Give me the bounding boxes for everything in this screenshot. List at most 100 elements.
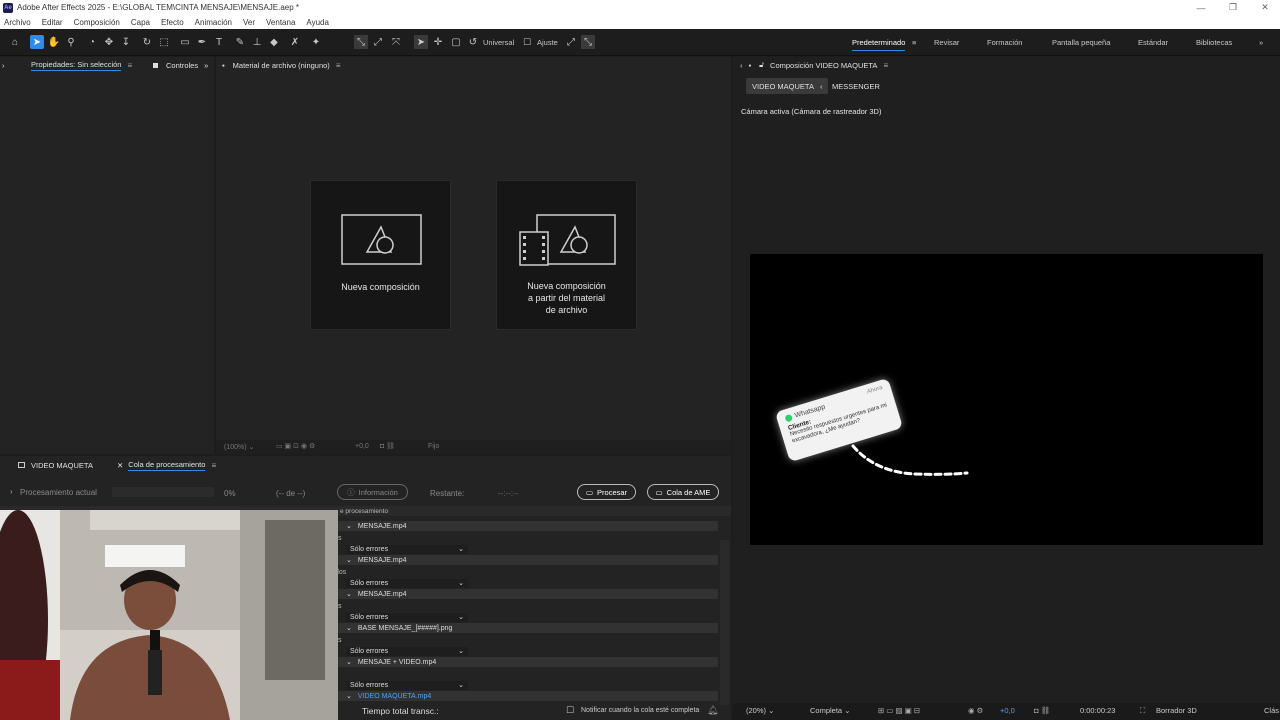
menu-ver[interactable]: Ver <box>243 18 255 27</box>
minimize-icon[interactable]: — <box>1186 0 1216 15</box>
twirl-icon[interactable]: ⌄ <box>346 522 352 530</box>
rectangle-tool-icon[interactable]: ▭ <box>178 35 192 49</box>
workspace-estandar[interactable]: Estándar <box>1138 38 1168 47</box>
info-button[interactable]: ⓘ Información <box>337 484 408 500</box>
notify-checkbox[interactable]: ☐ <box>566 705 574 716</box>
roto-brush-icon[interactable]: ✗ <box>288 35 302 49</box>
panel-menu-icon[interactable]: ≡ <box>127 61 132 70</box>
ajuste-checkbox[interactable]: ☐ <box>520 35 534 49</box>
clone-stamp-icon[interactable]: ⊥ <box>250 35 264 49</box>
workspace-pantalla-pequena[interactable]: Pantalla pequeña <box>1052 38 1110 47</box>
view-axis-icon[interactable]: ⤧ <box>389 35 403 49</box>
zoom-tool-icon[interactable]: ⚲ <box>64 35 78 49</box>
footage-fixed[interactable]: Fijo <box>428 443 439 450</box>
renderer-label[interactable]: Borrador 3D <box>1156 706 1197 715</box>
pen-tool-icon[interactable]: ✒ <box>195 35 209 49</box>
selection-tool-icon[interactable]: ➤ <box>30 35 44 49</box>
orbit-camera-icon[interactable]: ◔ <box>85 35 99 49</box>
render-item-3[interactable]: ɪ: ⌄ MENSAJE.mp4 <box>334 589 718 599</box>
render-item-2[interactable]: ɪ: ⌄ MENSAJE.mp4 <box>334 555 718 565</box>
render-button[interactable]: ▭ Procesar <box>577 484 636 500</box>
viewer-grid-icon[interactable]: ▭ ▣ ⊡ ◉ ⚙ <box>276 442 315 450</box>
expand-icon[interactable]: ⤢ <box>564 35 578 49</box>
restore-icon[interactable]: ❐ <box>1218 0 1248 15</box>
log-select-5[interactable]: Sólo errores ⌄ <box>346 680 468 690</box>
twirl-icon[interactable]: ⌄ <box>346 590 352 598</box>
comp-tab-video-maqueta[interactable]: VIDEO MAQUETA ‹ <box>746 78 829 94</box>
local-axis-icon[interactable]: ➤ <box>414 35 428 49</box>
eraser-tool-icon[interactable]: ◆ <box>267 35 281 49</box>
log-select-1[interactable]: Sólo errores ⌄ <box>346 544 468 554</box>
brush-tool-icon[interactable]: ✎ <box>233 35 247 49</box>
twirl-icon[interactable]: ⌄ <box>346 692 352 700</box>
universal-label[interactable]: Universal <box>483 38 514 47</box>
pan-camera-icon[interactable]: ✥ <box>102 35 116 49</box>
rotate-tool-icon[interactable]: ↻ <box>140 35 154 49</box>
home-icon[interactable]: ⌂ <box>8 35 22 49</box>
render-item-6[interactable]: ɪ: ⌄ VIDEO MAQUETA.mp4 <box>334 691 718 701</box>
collapse-icon[interactable]: ⤡ <box>581 35 595 49</box>
more-workspaces-icon[interactable]: » <box>1259 38 1263 47</box>
composition-panel-header[interactable]: ‹ ▪ 🔓︎ Composición VIDEO MAQUETA ≡ <box>740 57 888 73</box>
menu-capa[interactable]: Capa <box>131 18 150 27</box>
comp-expand-icon[interactable]: ‹ <box>740 61 743 70</box>
frame-icon[interactable]: ▢ <box>449 35 463 49</box>
menu-efecto[interactable]: Efecto <box>161 18 184 27</box>
ajuste-label[interactable]: Ajuste <box>537 38 558 47</box>
log-select-3[interactable]: Sólo errores ⌄ <box>346 612 468 622</box>
close-tab-icon[interactable]: ✕ <box>117 461 123 470</box>
render-item-4[interactable]: ɪ: ⌄ BASE MENSAJE_[#####].png <box>334 623 718 633</box>
new-composition-from-footage-card[interactable]: Nueva composición a partir del material … <box>496 180 637 330</box>
render-item-1[interactable]: ɪ: ⌄ MENSAJE.mp4 <box>334 521 718 531</box>
comp-timecode[interactable]: 0:00:00:23 <box>1080 706 1115 715</box>
comp-exposure[interactable]: +0,0 <box>1000 706 1015 715</box>
log-select-2[interactable]: Sólo errores ⌄ <box>346 578 468 588</box>
bell-icon[interactable]: 🔔︎ <box>707 705 718 716</box>
panel-menu-icon[interactable]: ≡ <box>883 61 888 70</box>
menu-archivo[interactable]: Archivo <box>4 18 31 27</box>
comp-zoom[interactable]: (20%) ⌄ <box>746 706 774 715</box>
type-tool-icon[interactable]: T <box>212 35 226 49</box>
footage-exposure[interactable]: +0,0 <box>355 443 369 450</box>
workspace-menu-icon[interactable]: ≡ <box>912 38 916 47</box>
comp-lock-icon[interactable]: 🔓︎ <box>759 60 764 70</box>
workspace-formacion[interactable]: Formación <box>987 38 1022 47</box>
menu-ayuda[interactable]: Ayuda <box>306 18 329 27</box>
render-item-5[interactable]: ɪ: ⌄ MENSAJE + VIDEO.mp4 <box>334 657 718 667</box>
menu-composicion[interactable]: Composición <box>74 18 120 27</box>
snapshot-icon[interactable]: ◘ ⛓ <box>380 442 395 450</box>
dolly-camera-icon[interactable]: ↧ <box>119 35 133 49</box>
panel-menu-icon[interactable]: ≡ <box>336 61 341 70</box>
view-layout-label[interactable]: Clás <box>1264 706 1279 715</box>
ame-queue-button[interactable]: ▭ Cola de AME <box>647 484 719 500</box>
axis-mode-icon[interactable]: ⤢ <box>371 35 385 49</box>
anchor-tool-icon[interactable]: ⬚ <box>157 35 171 49</box>
comp-view-icons[interactable]: ⊞ ▭ ▨ ▣ ⊟ <box>878 706 920 715</box>
log-select-4[interactable]: Sólo errores ⌄ <box>346 646 468 656</box>
workspace-revisar[interactable]: Revisar <box>934 38 959 47</box>
channel-icon[interactable]: ◉ ⚙ <box>968 706 983 715</box>
new-composition-card[interactable]: Nueva composición <box>310 180 451 330</box>
twirl-icon[interactable]: ⌄ <box>346 624 352 632</box>
footage-panel-header[interactable]: ▪ Material de archivo (ninguno) ≡ <box>222 57 340 73</box>
workspace-bibliotecas[interactable]: Bibliotecas <box>1196 38 1232 47</box>
comp-resolution[interactable]: Completa ⌄ <box>810 706 850 715</box>
snapshot-icon[interactable]: ◘ ⛓ <box>1034 706 1050 715</box>
menu-ventana[interactable]: Ventana <box>266 18 295 27</box>
world-axis-icon[interactable]: ✛ <box>431 35 445 49</box>
tab-video-maqueta[interactable]: VIDEO MAQUETA <box>18 457 93 473</box>
twirl-icon[interactable]: ⌄ <box>346 658 352 666</box>
tab-controls[interactable]: Controles » <box>153 57 208 73</box>
render-queue-scrollbar[interactable] <box>720 540 729 705</box>
overflow-icon[interactable]: » <box>204 61 208 70</box>
comp-tab-messenger[interactable]: MESSENGER <box>826 78 886 94</box>
hand-tool-icon[interactable]: ✋ <box>47 35 61 49</box>
puppet-pin-icon[interactable]: ✦ <box>309 35 323 49</box>
workspace-predeterminado[interactable]: Predeterminado <box>852 38 906 51</box>
footage-zoom[interactable]: (100%) ⌄ <box>224 443 254 451</box>
rotate-view-icon[interactable]: ↺ <box>466 35 480 49</box>
snapping-icon[interactable]: ⤡ <box>354 35 368 49</box>
left-expand-icon[interactable]: › <box>2 57 5 73</box>
menu-animacion[interactable]: Animación <box>195 18 232 27</box>
panel-menu-icon[interactable]: ≡ <box>211 461 216 470</box>
